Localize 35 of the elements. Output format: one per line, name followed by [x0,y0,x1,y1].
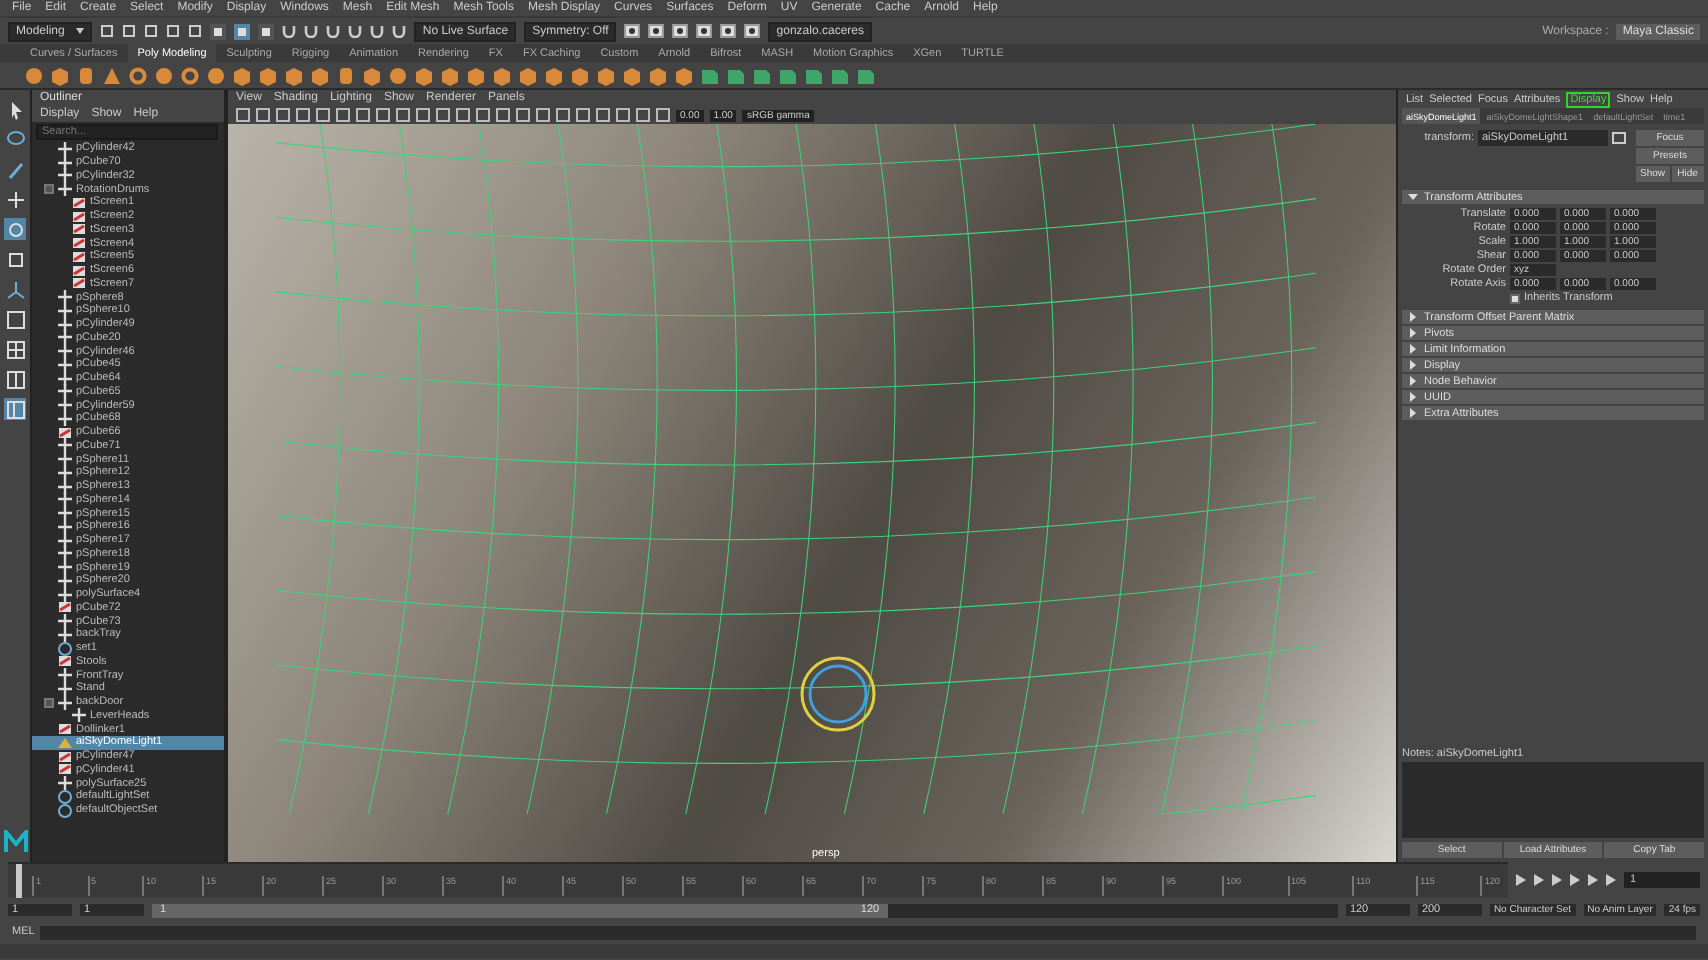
current-frame-marker[interactable] [16,864,22,898]
expand-toggle[interactable] [44,697,54,708]
scale-icon[interactable] [5,249,25,269]
disc-icon[interactable] [180,65,200,85]
lasso-icon[interactable] [5,129,25,149]
cylinder-icon[interactable] [76,65,96,85]
sphere-icon[interactable] [206,65,226,85]
mesh-icon [58,722,72,737]
sphere-icon[interactable] [388,65,408,85]
outliner-layout-icon[interactable] [5,399,25,419]
rotate-icon[interactable] [5,219,25,239]
caret-icon [76,25,85,33]
mesh-icon [58,654,72,669]
mesh-icon [58,600,72,615]
sphere-icon[interactable] [24,65,44,85]
mesh-icon [58,425,72,440]
checkbox[interactable] [1510,293,1520,303]
command-field[interactable] [40,925,1696,939]
maya-logo-icon [3,830,27,854]
set-icon [58,641,72,656]
expand-toggle[interactable] [44,184,54,195]
four-view-layout-icon[interactable] [5,339,25,359]
triangle-icon [58,735,72,750]
axis-icon[interactable] [5,279,25,299]
cylinder-icon[interactable] [336,65,356,85]
notes-field[interactable] [1402,762,1704,838]
play-icon[interactable] [1570,874,1580,886]
move-icon[interactable] [5,189,25,209]
torus-icon[interactable] [128,65,148,85]
paint-brush-icon[interactable] [5,159,25,179]
light-manipulator-icon [798,654,878,734]
sphere-icon[interactable] [154,65,174,85]
single-view-layout-icon[interactable] [5,309,25,329]
two-view-layout-icon[interactable] [5,369,25,389]
transform-icon [58,776,72,791]
